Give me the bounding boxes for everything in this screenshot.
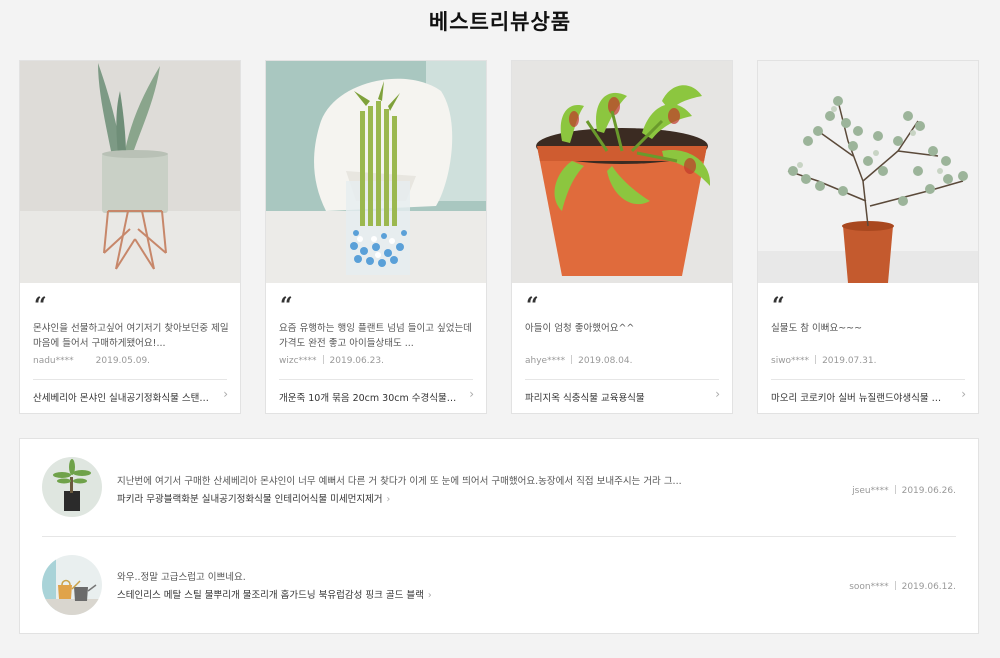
- chevron-right-icon[interactable]: ›: [961, 387, 966, 401]
- product-link[interactable]: 마오리 코로키아 실버 뉴질랜드야생식물 화분: [771, 390, 949, 404]
- list-item[interactable]: 와우..정말 고급스럽고 이쁘네요. 스테인리스 메탈 스틸 물뿌리개 물조리개…: [20, 537, 978, 633]
- quote-icon: “: [526, 293, 539, 319]
- list-item[interactable]: 지난번에 여기서 구매한 산세베리아 몬샤인이 너무 예뻐서 다른 거 찾다가 …: [20, 439, 978, 535]
- snake-plant-photo[interactable]: [20, 61, 240, 283]
- review-user: siwo****: [771, 356, 810, 366]
- product-link[interactable]: 파리지옥 식충식물 교육용식물: [525, 390, 703, 404]
- review-meta: siwo**** 2019.07.31.: [771, 355, 876, 366]
- chevron-right-icon[interactable]: ›: [223, 387, 228, 401]
- venus-flytrap-photo[interactable]: [512, 61, 732, 283]
- review-date: 2019.07.31.: [822, 356, 877, 366]
- review-list-panel: 지난번에 여기서 구매한 산세베리아 몬샤인이 너무 예뻐서 다른 거 찾다가 …: [19, 438, 979, 634]
- product-link[interactable]: 스테인리스 메탈 스틸 물뿌리개 물조리개 홈가드닝 북유럽감성 핑크 골드 블…: [117, 587, 432, 601]
- review-meta: jseu**** 2019.06.26.: [852, 485, 956, 496]
- product-link[interactable]: 파키라 무광블랙화분 실내공기정화식물 인테리어식물 미세먼지제거 ›: [117, 491, 390, 505]
- review-card[interactable]: “ 아들이 엄청 좋아했어요^^ ahye**** 2019.08.04. 파리지…: [511, 60, 733, 414]
- quote-icon: “: [772, 293, 785, 319]
- review-text[interactable]: 지난번에 여기서 구매한 산세베리아 몬샤인이 너무 예뻐서 다른 거 찾다가 …: [117, 473, 767, 487]
- review-text[interactable]: 몬샤인을 선물하고싶어 여기저기 찾아보던중 제일 마음에 들어서 구매하게됐어…: [33, 321, 229, 351]
- divider: [33, 379, 227, 380]
- pachira-plant-avatar[interactable]: [42, 457, 102, 517]
- corokia-plant-photo[interactable]: [758, 61, 978, 283]
- review-user: jseu****: [852, 486, 889, 496]
- section-title: 베스트리뷰상품: [428, 10, 572, 34]
- review-date: 2019.08.04.: [578, 356, 633, 366]
- review-card[interactable]: “ 요즘 유행하는 행잉 플랜트 넘넘 들이고 싶었는데 가격도 완전 좋고 아…: [265, 60, 487, 414]
- chevron-right-icon[interactable]: ›: [469, 387, 474, 401]
- product-name[interactable]: 파키라 무광블랙화분 실내공기정화식물 인테리어식물 미세먼지제거: [117, 494, 383, 505]
- review-date: 2019.06.23.: [329, 356, 384, 366]
- review-date: 2019.06.12.: [901, 582, 956, 592]
- divider: [279, 379, 473, 380]
- quote-icon: “: [34, 293, 47, 319]
- review-text[interactable]: 와우..정말 고급스럽고 이쁘네요.: [117, 569, 767, 583]
- review-meta: nadu**** 2019.05.09.: [33, 355, 150, 366]
- chevron-right-icon[interactable]: ›: [715, 387, 720, 401]
- review-text[interactable]: 실물도 참 이뻐요~~~: [771, 321, 967, 351]
- review-date: 2019.05.09.: [95, 356, 151, 366]
- review-user: soon****: [849, 582, 889, 592]
- review-card[interactable]: “ 실물도 참 이뻐요~~~ siwo**** 2019.07.31. 마오리 코…: [757, 60, 979, 414]
- review-user: ahye****: [525, 356, 566, 366]
- chevron-right-icon[interactable]: ›: [387, 494, 391, 505]
- watering-can-avatar[interactable]: [42, 555, 102, 615]
- chevron-right-icon[interactable]: ›: [428, 590, 432, 601]
- divider: [771, 379, 965, 380]
- review-meta: ahye**** 2019.08.04.: [525, 355, 633, 366]
- review-date: 2019.06.26.: [901, 486, 956, 496]
- lucky-bamboo-photo[interactable]: [266, 61, 486, 283]
- review-user: nadu****: [33, 356, 74, 366]
- review-card[interactable]: “ 몬샤인을 선물하고싶어 여기저기 찾아보던중 제일 마음에 들어서 구매하게…: [19, 60, 241, 414]
- review-text[interactable]: 아들이 엄청 좋아했어요^^: [525, 321, 721, 351]
- product-link[interactable]: 개운죽 10개 묶음 20cm 30cm 수경식물 세트: [279, 390, 457, 404]
- divider: [525, 379, 719, 380]
- review-user: wizc****: [279, 356, 317, 366]
- review-text[interactable]: 요즘 유행하는 행잉 플랜트 넘넘 들이고 싶었는데 가격도 완전 좋고 아이들…: [279, 321, 475, 351]
- review-meta: soon**** 2019.06.12.: [849, 581, 956, 592]
- product-link[interactable]: 산세베리아 몬샤인 실내공기정화식물 스탠드화분: [33, 390, 211, 404]
- quote-icon: “: [280, 293, 293, 319]
- review-meta: wizc**** 2019.06.23.: [279, 355, 384, 366]
- product-name[interactable]: 스테인리스 메탈 스틸 물뿌리개 물조리개 홈가드닝 북유럽감성 핑크 골드 블…: [117, 590, 424, 601]
